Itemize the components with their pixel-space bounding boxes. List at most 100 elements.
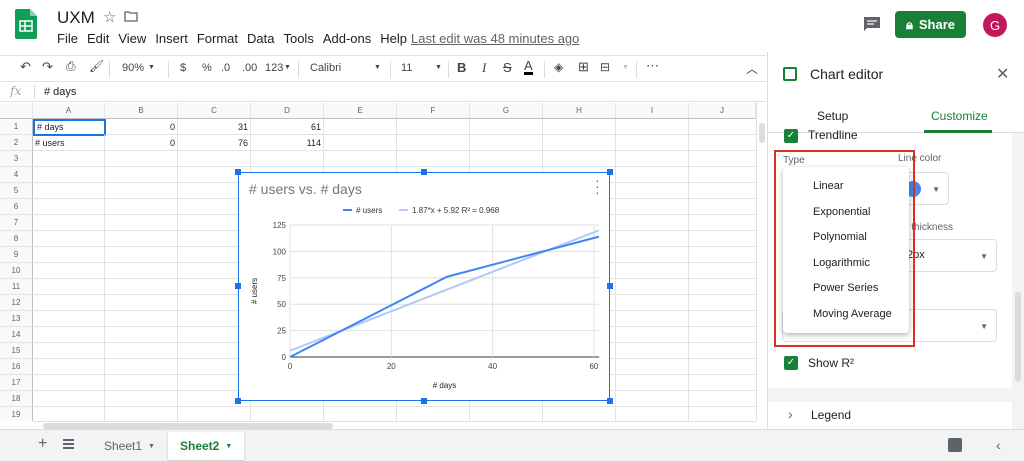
column-header-e[interactable]: E	[324, 103, 397, 119]
redo-icon[interactable]: ↷	[42, 59, 53, 75]
font-size-select[interactable]: 11	[401, 62, 412, 74]
sheets-logo-icon[interactable]	[15, 9, 37, 39]
row-header-12[interactable]: 12	[0, 295, 33, 311]
borders-icon[interactable]: ⊞	[578, 59, 589, 75]
fill-color-icon[interactable]: ◈	[554, 60, 563, 74]
cell-d1[interactable]: 61	[251, 119, 324, 135]
embedded-chart[interactable]: # users vs. # days · · · 0 25 50 75 100 125 0 20 4…	[238, 172, 610, 401]
resize-handle[interactable]	[235, 283, 241, 289]
column-header-a[interactable]: A	[33, 103, 105, 119]
tab-customize[interactable]: Customize	[931, 109, 988, 123]
increase-decimal-button[interactable]: .00	[242, 62, 257, 74]
editor-scrollbar[interactable]	[1015, 292, 1021, 382]
resize-handle[interactable]	[235, 398, 241, 404]
legend-section[interactable]: › Legend	[768, 402, 1012, 429]
row-header-9[interactable]: 9	[0, 247, 33, 263]
resize-handle[interactable]	[235, 169, 241, 175]
print-icon[interactable]: ⎙	[66, 59, 76, 74]
more-formats-button[interactable]: 123	[265, 62, 283, 74]
chevron-up-icon[interactable]: ︿	[746, 60, 758, 77]
paint-format-icon[interactable]: 🖌︎	[89, 59, 104, 73]
cell-a2[interactable]: # users	[33, 135, 105, 151]
row-header-11[interactable]: 11	[0, 279, 33, 295]
resize-handle[interactable]	[421, 169, 427, 175]
corner-cell[interactable]	[0, 103, 33, 119]
comment-history-icon[interactable]	[863, 16, 881, 32]
trendline-checkbox[interactable]: ✓	[784, 129, 798, 143]
row-header-5[interactable]: 5	[0, 183, 33, 199]
column-header-b[interactable]: B	[105, 103, 178, 119]
row-header-6[interactable]: 6	[0, 199, 33, 215]
tab-sheet2[interactable]: Sheet2 ▼	[168, 432, 245, 460]
tab-setup[interactable]: Setup	[817, 109, 848, 123]
column-header-g[interactable]: G	[470, 103, 543, 119]
close-icon[interactable]: ✕	[996, 64, 1009, 84]
row-header-3[interactable]: 3	[0, 151, 33, 167]
cell-a1[interactable]: # days	[33, 119, 106, 136]
move-folder-icon[interactable]	[124, 10, 138, 22]
resize-handle[interactable]	[421, 398, 427, 404]
strikethrough-button[interactable]: S	[503, 60, 512, 75]
merge-cells-icon[interactable]: ⊟	[600, 60, 610, 74]
row-header-13[interactable]: 13	[0, 311, 33, 327]
column-header-j[interactable]: J	[689, 103, 756, 119]
last-edit-link[interactable]: Last edit was 48 minutes ago	[411, 31, 579, 46]
row-header-18[interactable]: 18	[0, 391, 33, 407]
chevron-down-icon[interactable]: ▼	[148, 443, 155, 450]
row-header-16[interactable]: 16	[0, 359, 33, 375]
chevron-down-icon[interactable]: ▼	[225, 443, 232, 450]
font-select[interactable]: Calibri	[310, 62, 341, 74]
decrease-decimal-button[interactable]: .0	[221, 62, 230, 74]
vertical-scrollbar[interactable]	[756, 103, 766, 421]
zoom-select[interactable]: 90%	[122, 62, 144, 74]
document-title[interactable]: UXM	[57, 8, 95, 28]
add-sheet-icon[interactable]: +	[38, 435, 47, 453]
cell-c1[interactable]: 31	[178, 119, 251, 135]
menu-addons[interactable]: Add-ons	[323, 31, 371, 46]
horizontal-scrollbar[interactable]	[33, 421, 756, 429]
all-sheets-icon[interactable]	[63, 439, 74, 449]
scroll-thumb[interactable]	[759, 123, 765, 143]
star-icon[interactable]: ☆	[103, 8, 116, 26]
cell-b2[interactable]: 0	[105, 135, 178, 151]
menu-help[interactable]: Help	[380, 31, 407, 46]
cell-c2[interactable]: 76	[178, 135, 251, 151]
row-header-19[interactable]: 19	[0, 407, 33, 421]
more-options-button[interactable]: ⋯	[646, 58, 659, 74]
currency-format-button[interactable]: $	[180, 62, 186, 74]
menu-file[interactable]: File	[57, 31, 78, 46]
explore-icon[interactable]	[948, 438, 962, 452]
column-header-f[interactable]: F	[397, 103, 470, 119]
row-header-4[interactable]: 4	[0, 167, 33, 183]
row-header-14[interactable]: 14	[0, 327, 33, 343]
avatar[interactable]: G	[983, 13, 1007, 37]
resize-handle[interactable]	[607, 398, 613, 404]
column-header-c[interactable]: C	[178, 103, 251, 119]
resize-handle[interactable]	[607, 283, 613, 289]
row-header-15[interactable]: 15	[0, 343, 33, 359]
italic-button[interactable]: I	[482, 60, 486, 76]
row-header-2[interactable]: 2	[0, 135, 33, 151]
show-r2-checkbox[interactable]: ✓	[784, 356, 798, 370]
chevron-left-icon[interactable]: ‹	[996, 437, 1001, 453]
text-color-button[interactable]: A	[524, 59, 533, 75]
formula-input[interactable]: # days	[44, 86, 76, 98]
row-header-1[interactable]: 1	[0, 119, 33, 135]
cell-d2[interactable]: 114	[251, 135, 324, 151]
menu-edit[interactable]: Edit	[87, 31, 109, 46]
column-header-i[interactable]: I	[616, 103, 689, 119]
menu-view[interactable]: View	[118, 31, 146, 46]
row-header-7[interactable]: 7	[0, 215, 33, 231]
row-header-17[interactable]: 17	[0, 375, 33, 391]
bold-button[interactable]: B	[457, 60, 466, 75]
menu-insert[interactable]: Insert	[155, 31, 188, 46]
share-button[interactable]: 🔒︎ Share	[895, 11, 966, 38]
percent-format-button[interactable]: %	[202, 62, 212, 74]
menu-tools[interactable]: Tools	[283, 31, 313, 46]
menu-format[interactable]: Format	[197, 31, 238, 46]
column-header-h[interactable]: H	[543, 103, 616, 119]
cell-b1[interactable]: 0	[105, 119, 178, 135]
undo-icon[interactable]: ↶	[20, 59, 31, 75]
row-header-10[interactable]: 10	[0, 263, 33, 279]
row-header-8[interactable]: 8	[0, 231, 33, 247]
